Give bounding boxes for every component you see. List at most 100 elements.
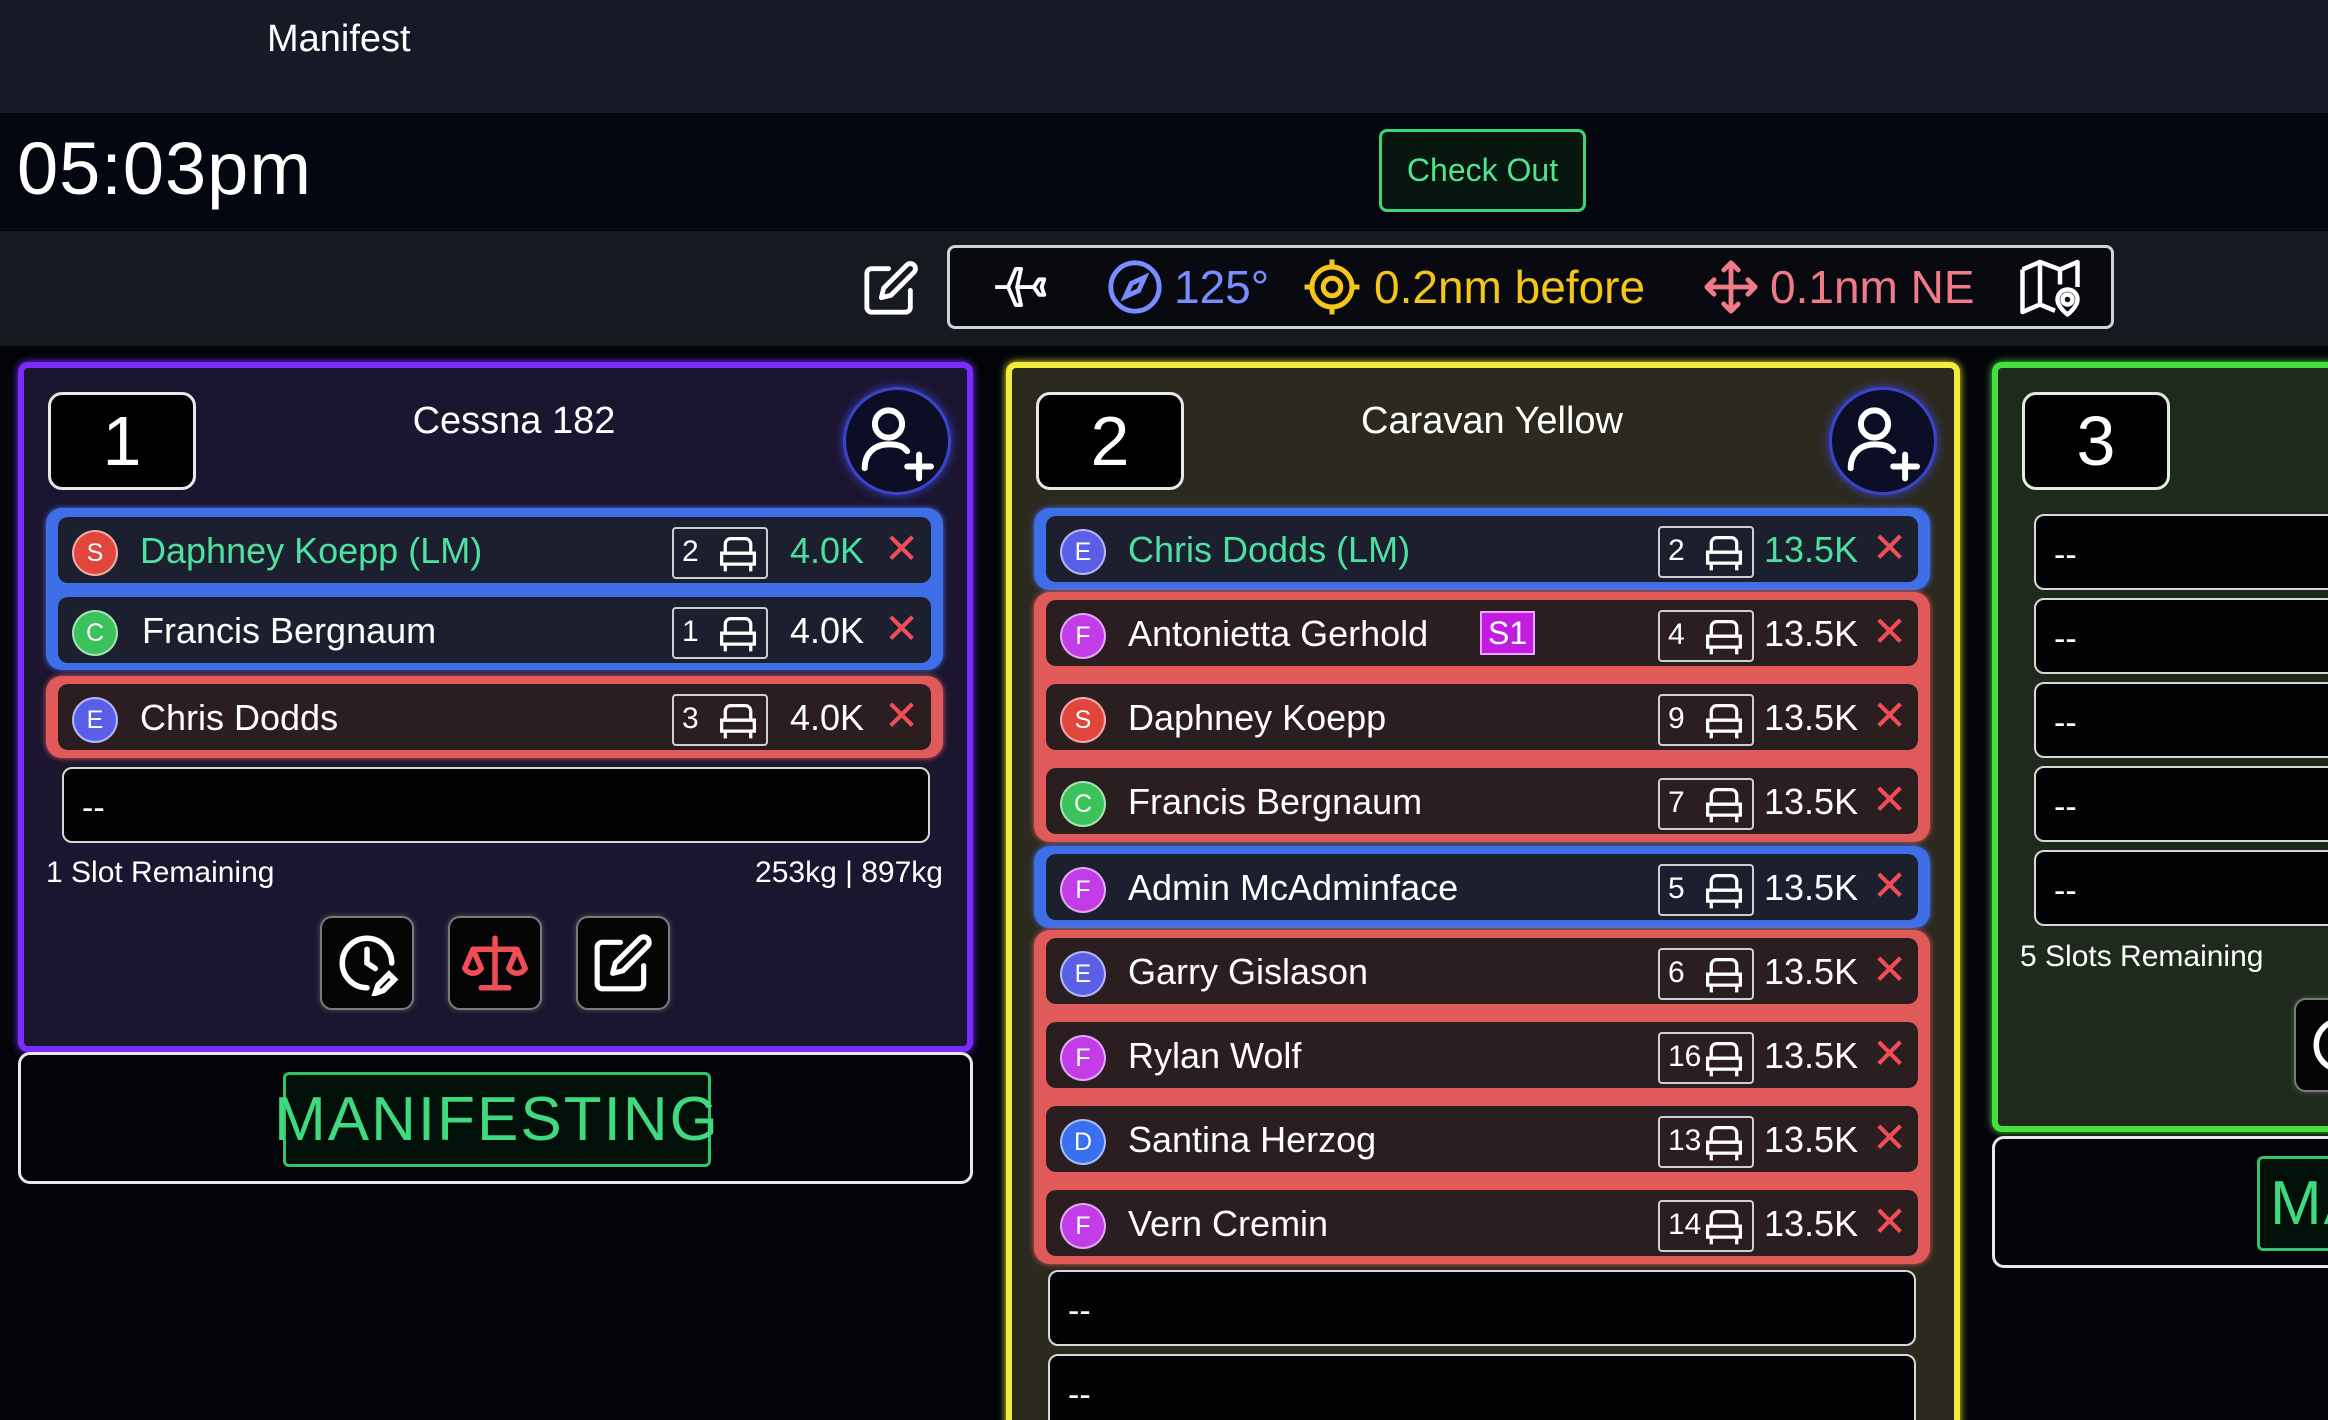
seat-box[interactable]: 2: [1658, 526, 1754, 578]
status-badge[interactable]: MANIFESTING: [274, 1072, 718, 1167]
avatar: C: [1060, 781, 1106, 827]
timer-button[interactable]: [320, 916, 414, 1010]
list-item[interactable]: C Francis Bergnaum 1 4.0K ✕: [58, 592, 931, 668]
remove-icon[interactable]: ✕: [1872, 607, 1907, 656]
seat-box[interactable]: 16: [1658, 1032, 1754, 1084]
empty-slot[interactable]: --: [2034, 682, 2328, 758]
empty-slot[interactable]: --: [2034, 850, 2328, 926]
jump-type-badge: S1: [1480, 611, 1536, 655]
heading-value: 125°: [1174, 261, 1270, 313]
seat-box[interactable]: 1: [672, 607, 768, 659]
seat-number: 3: [682, 702, 699, 735]
slots-remaining: 1 Slot Remaining: [46, 856, 275, 889]
manifest-page: { "header": {"title": "Manifest"}, "cloc…: [0, 0, 2328, 1420]
exit-weight: 13.5K: [1764, 1119, 1859, 1160]
list-item[interactable]: F Rylan Wolf 16 13.5K ✕: [1046, 1017, 1918, 1093]
empty-slot[interactable]: --: [1048, 1270, 1916, 1346]
slots-remaining: 5 Slots Remaining: [2020, 940, 2264, 973]
remove-icon[interactable]: ✕: [1872, 775, 1907, 824]
exit-weight: 13.5K: [1764, 1203, 1859, 1244]
remove-icon[interactable]: ✕: [1872, 1197, 1907, 1246]
jumper-name: Admin McAdminface: [1128, 867, 1459, 908]
avatar: F: [1060, 613, 1106, 659]
seat-box[interactable]: 14: [1658, 1200, 1754, 1252]
load-card-1: 1 Cessna 182 S Daphney Koepp (LM) 2 4.0K…: [18, 362, 973, 1052]
load-number: 2: [1036, 392, 1184, 490]
seat-box[interactable]: 7: [1658, 778, 1754, 830]
avatar: E: [1060, 529, 1106, 575]
avatar: C: [72, 610, 118, 656]
remove-icon[interactable]: ✕: [884, 691, 919, 740]
exit-weight: 13.5K: [1764, 697, 1859, 738]
list-item[interactable]: F Antonietta Gerhold S1 4 13.5K ✕: [1046, 595, 1918, 671]
list-item[interactable]: E Garry Gislason 6 13.5K ✕: [1046, 933, 1918, 1009]
seat-icon: [1702, 702, 1746, 747]
seat-icon: [716, 702, 760, 747]
load-1-status-box: MANIFESTING: [18, 1052, 973, 1184]
spot-value: 0.1nm NE: [1770, 261, 1975, 313]
empty-slot[interactable]: --: [2034, 514, 2328, 590]
jumper-name: Vern Cremin: [1128, 1203, 1329, 1244]
jumper-name: Antonietta Gerhold: [1128, 613, 1429, 654]
load-card-2: 2 Caravan Yellow E Chris Dodds (LM) 2 13.5K…: [1006, 362, 1960, 1420]
load-3-status-box: MA: [1992, 1136, 2328, 1268]
target-icon: [1302, 248, 1362, 326]
list-item[interactable]: D Santina Herzog 13 13.5K ✕: [1046, 1101, 1918, 1177]
seat-number: 4: [1668, 618, 1685, 651]
seat-number: 14: [1668, 1208, 1702, 1241]
jumper-name: Francis Bergnaum: [142, 610, 437, 651]
timer-button[interactable]: [2294, 998, 2328, 1092]
list-item[interactable]: E Chris Dodds (LM) 2 13.5K ✕: [1046, 511, 1918, 587]
exit-weight: 13.5K: [1764, 1035, 1859, 1076]
balance-scale-button[interactable]: [448, 916, 542, 1010]
list-item[interactable]: S Daphney Koepp (LM) 2 4.0K ✕: [58, 512, 931, 588]
remove-icon[interactable]: ✕: [1872, 861, 1907, 910]
seat-icon: [1702, 618, 1746, 663]
list-item[interactable]: F Admin McAdminface 5 13.5K ✕: [1046, 849, 1918, 925]
map-pin-icon[interactable]: [2020, 248, 2080, 326]
seat-box[interactable]: 13: [1658, 1116, 1754, 1168]
aircraft-name: Caravan Yellow: [1361, 400, 1623, 442]
edit-icon[interactable]: [862, 259, 920, 317]
list-item[interactable]: C Francis Bergnaum 7 13.5K ✕: [1046, 763, 1918, 839]
list-item[interactable]: S Daphney Koepp 9 13.5K ✕: [1046, 679, 1918, 755]
seat-icon: [716, 615, 760, 660]
jump-run-panel[interactable]: 125° 0.2nm before 0.1nm NE: [947, 245, 2114, 329]
remove-icon[interactable]: ✕: [1872, 1029, 1907, 1078]
load-number: 3: [2022, 392, 2170, 490]
seat-box[interactable]: 5: [1658, 864, 1754, 916]
add-jumper-button[interactable]: [843, 387, 951, 495]
seat-icon: [1702, 1124, 1746, 1169]
seat-box[interactable]: 2: [672, 527, 768, 579]
seat-number: 2: [682, 535, 699, 568]
avatar: F: [1060, 867, 1106, 913]
avatar: D: [1060, 1119, 1106, 1165]
avatar: S: [72, 530, 118, 576]
remove-icon[interactable]: ✕: [884, 604, 919, 653]
jumper-name: Chris Dodds: [140, 697, 339, 738]
exit-weight: 13.5K: [1764, 867, 1859, 908]
avatar: E: [72, 697, 118, 743]
remove-icon[interactable]: ✕: [1872, 1113, 1907, 1162]
list-item[interactable]: E Chris Dodds 3 4.0K ✕: [58, 679, 931, 755]
add-jumper-button[interactable]: [1829, 387, 1937, 495]
jumper-name: Daphney Koepp (LM): [140, 530, 483, 571]
empty-slot[interactable]: --: [62, 767, 930, 843]
empty-slot[interactable]: --: [2034, 598, 2328, 674]
list-item[interactable]: F Vern Cremin 14 13.5K ✕: [1046, 1185, 1918, 1261]
seat-number: 7: [1668, 786, 1685, 819]
empty-slot[interactable]: --: [1048, 1354, 1916, 1420]
seat-box[interactable]: 9: [1658, 694, 1754, 746]
seat-box[interactable]: 6: [1658, 948, 1754, 1000]
seat-box[interactable]: 3: [672, 694, 768, 746]
seat-number: 2: [1668, 534, 1685, 567]
remove-icon[interactable]: ✕: [1872, 945, 1907, 994]
seat-box[interactable]: 4: [1658, 610, 1754, 662]
status-badge[interactable]: MA: [2257, 1156, 2328, 1251]
remove-icon[interactable]: ✕: [1872, 691, 1907, 740]
remove-icon[interactable]: ✕: [1872, 523, 1907, 572]
check-out-button[interactable]: Check Out: [1379, 129, 1586, 212]
edit-load-button[interactable]: [576, 916, 670, 1010]
remove-icon[interactable]: ✕: [884, 524, 919, 573]
empty-slot[interactable]: --: [2034, 766, 2328, 842]
